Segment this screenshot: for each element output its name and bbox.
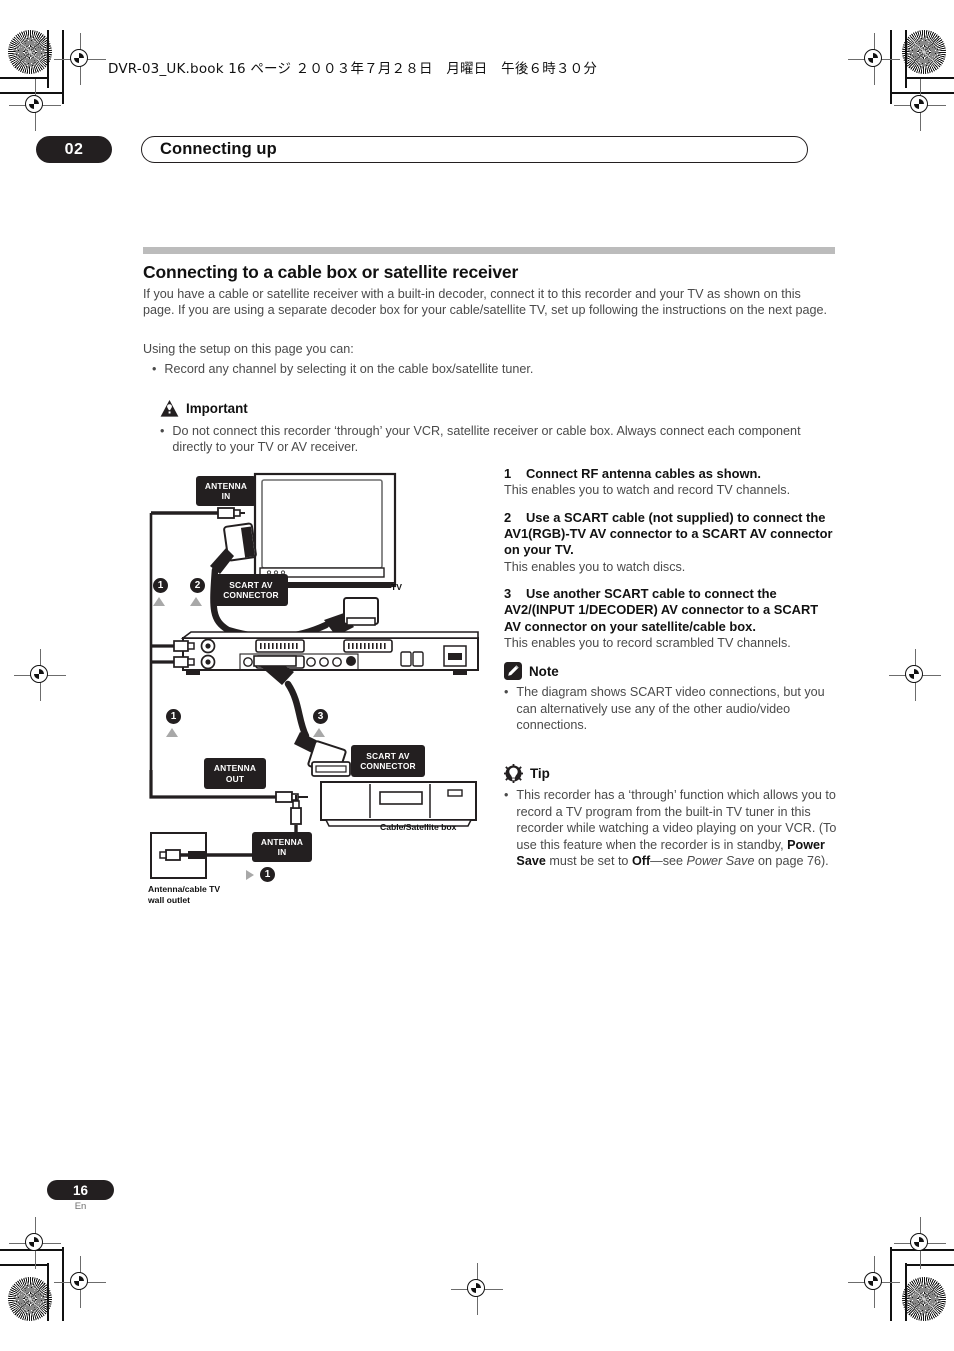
tip-title: Tip [530,766,550,781]
label-antenna-in-bottom: ANTENNA IN [252,832,312,862]
registration-cross-top-left-2 [9,79,61,131]
registration-cross-bottom-left [54,1256,106,1308]
note-bullet-text: The diagram shows SCART video connection… [516,685,825,733]
tip-text-part4: on page 76). [754,854,829,869]
diagram-marker-1b: 1 [166,709,181,724]
chapter-number-badge: 02 [36,136,112,163]
warning-triangle-icon [160,400,179,417]
tip-text-part3: —see [650,854,687,869]
step-description: This enables you to record scrambled TV … [504,635,791,650]
bullet-dot: • [504,685,509,699]
label-antenna-out: ANTENNA OUT [204,758,266,789]
note-title: Note [529,663,559,679]
note-body: • The diagram shows SCART video connecti… [504,684,842,734]
step-item: 2 Use a SCART cable (not supplied) to con… [504,510,836,575]
registration-cross-mid-bottom [451,1263,503,1315]
intro-paragraph: If you have a cable or satellite receive… [143,287,827,318]
tip-callout: Tip • This recorder has a ‘through’ func… [504,764,842,870]
bullet-dot: • [152,362,157,376]
label-scart-av-connector-top: SCART AV CONNECTOR [214,574,288,606]
diagram-marker-2: 2 [190,578,205,593]
important-callout: Important • Do not connect this recorder… [160,399,835,456]
registration-cross-mid-right [889,649,941,701]
note-callout: Note • The diagram shows SCART video con… [504,662,842,734]
tip-bullet-text: This recorder has a ‘through’ function w… [516,787,842,870]
diagram-marker-1c: 1 [260,867,275,882]
registration-cross-bottom-right [848,1256,900,1308]
color-target-bottom-left [8,1277,52,1321]
label-antenna-in-top: ANTENNA IN [196,476,256,506]
color-target-bottom-right [902,1277,946,1321]
page-title: Connecting to a cable box or satellite r… [143,262,519,282]
step-number: 1 [504,466,512,481]
important-body: • Do not connect this recorder ‘through’… [160,423,835,456]
chapter-title-bar: Connecting up [141,136,808,163]
registration-cross-bottom-left-2 [9,1217,61,1269]
important-title: Important [186,401,248,416]
registration-cross-bottom-right-2 [894,1217,946,1269]
color-target-top-left [8,30,52,74]
chapter-number: 02 [64,140,84,158]
diagram-illustration [149,472,479,879]
section-rule [143,247,835,254]
intro-lead: Using the setup on this page you can: [143,342,354,356]
label-tv: TV [391,582,402,592]
registration-cross-top-right [848,33,900,85]
tip-italic-power-save: Power Save [686,854,755,869]
page-number-badge: 16 [47,1180,114,1200]
steps-list: 1 Connect RF antenna cables as shown. Thi… [504,466,836,662]
pencil-icon [504,662,522,680]
diagram-marker-1: 1 [153,578,168,593]
color-target-top-right [902,30,946,74]
intro-bullet-item: • Record any channel by selecting it on … [152,361,835,377]
chapter-title: Connecting up [160,140,277,158]
step-description: This enables you to watch discs. [504,559,686,574]
registration-cross-top-right-2 [894,79,946,131]
label-wall-outlet: Antenna/cable TV wall outlet [148,884,221,905]
page-language: En [74,1201,87,1212]
step-number: 2 [504,509,512,525]
bullet-dot: • [160,424,165,438]
gear-bulb-icon [504,764,523,783]
label-scart-av-connector-bottom: SCART AV CONNECTOR [351,745,425,777]
book-header-line: DVR-03_UK.book 16 ページ ２００３年７月２８日 月曜日 午後６… [108,57,597,77]
connection-diagram: ANTENNA IN SCART AV CONNECTOR SCART AV C… [148,470,498,910]
tip-bold-off: Off [631,854,651,869]
manual-page: DVR-03_UK.book 16 ページ ２００３年７月２８日 月曜日 午後６… [0,0,954,1351]
step-heading: Connect RF antenna cables as shown. [526,466,761,481]
step-description: This enables you to watch and record TV … [504,483,791,498]
registration-cross-mid-left [14,649,66,701]
step-number: 3 [504,586,512,601]
step-heading: Use a SCART cable (not supplied) to conn… [504,509,833,558]
tip-body: • This recorder has a ‘through’ function… [504,787,842,870]
important-bullet-text: Do not connect this recorder ‘through’ y… [172,424,801,455]
registration-cross-top-left [54,33,106,85]
tip-text-part2: must be set to [545,854,632,869]
label-cable-satellite-box: Cable/Satellite box [380,822,457,832]
intro-bullet-text: Record any channel by selecting it on th… [164,362,534,376]
step-item: 3 Use another SCART cable to connect the … [504,586,836,651]
bullet-dot: • [504,788,509,802]
diagram-marker-3: 3 [313,709,328,724]
book-header-text: DVR-03_UK.book 16 ページ ２００３年７月２８日 月曜日 午後６… [108,61,598,77]
step-item: 1 Connect RF antenna cables as shown. Thi… [504,466,836,499]
step-heading: Use another SCART cable to connect the A… [504,586,819,634]
page-number: 16 [72,1182,89,1198]
